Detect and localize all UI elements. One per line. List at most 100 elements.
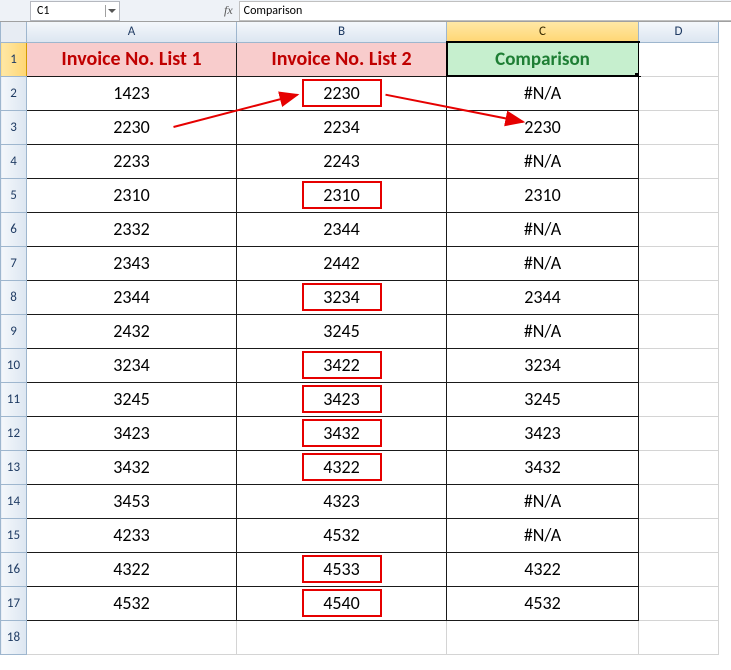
row-header-16[interactable]: 16: [1, 552, 27, 586]
cell-B1[interactable]: Invoice No. List 2: [237, 42, 447, 76]
row-header-1[interactable]: 1: [1, 42, 27, 76]
cell-D4[interactable]: [639, 144, 719, 178]
cell-C2[interactable]: #N/A: [447, 76, 639, 110]
cell-C1[interactable]: Comparison: [447, 42, 639, 76]
cell-B12[interactable]: 3432: [237, 416, 447, 450]
cell-C12[interactable]: 3423: [447, 416, 639, 450]
cell-B8[interactable]: 3234: [237, 280, 447, 314]
cell-B11[interactable]: 3423: [237, 382, 447, 416]
col-header-d[interactable]: D: [639, 22, 719, 42]
cell-D14[interactable]: [639, 484, 719, 518]
col-header-a[interactable]: A: [27, 22, 237, 42]
cell-B17[interactable]: 4540: [237, 586, 447, 620]
row-header-17[interactable]: 17: [1, 586, 27, 620]
cell-D6[interactable]: [639, 212, 719, 246]
cell-A9[interactable]: 2432: [27, 314, 237, 348]
row-header-12[interactable]: 12: [1, 416, 27, 450]
spreadsheet-grid[interactable]: A B C D 1 Invoice No. List 1 Invoice No.…: [0, 22, 719, 655]
cell-D5[interactable]: [639, 178, 719, 212]
cell-B9[interactable]: 3245: [237, 314, 447, 348]
cell-B18[interactable]: [237, 620, 447, 654]
cell-D12[interactable]: [639, 416, 719, 450]
cell-C7[interactable]: #N/A: [447, 246, 639, 280]
row-header-18[interactable]: 18: [1, 620, 27, 654]
row-header-9[interactable]: 9: [1, 314, 27, 348]
cell-D16[interactable]: [639, 552, 719, 586]
cell-B10[interactable]: 3422: [237, 348, 447, 382]
cell-C9[interactable]: #N/A: [447, 314, 639, 348]
row-header-10[interactable]: 10: [1, 348, 27, 382]
cell-C18[interactable]: [447, 620, 639, 654]
cell-D18[interactable]: [639, 620, 719, 654]
row-header-13[interactable]: 13: [1, 450, 27, 484]
row-header-8[interactable]: 8: [1, 280, 27, 314]
cell-A2[interactable]: 1423: [27, 76, 237, 110]
cell-A4[interactable]: 2233: [27, 144, 237, 178]
cell-B7[interactable]: 2442: [237, 246, 447, 280]
name-box-dropdown-icon[interactable]: [105, 5, 117, 17]
cell-D3[interactable]: [639, 110, 719, 144]
cell-A6[interactable]: 2332: [27, 212, 237, 246]
cell-C14[interactable]: #N/A: [447, 484, 639, 518]
cell-D7[interactable]: [639, 246, 719, 280]
fx-icon[interactable]: fx: [224, 3, 233, 18]
cell-D9[interactable]: [639, 314, 719, 348]
row-header-3[interactable]: 3: [1, 110, 27, 144]
cell-A3[interactable]: 2230: [27, 110, 237, 144]
cell-C17[interactable]: 4532: [447, 586, 639, 620]
row-header-4[interactable]: 4: [1, 144, 27, 178]
cell-A7[interactable]: 2343: [27, 246, 237, 280]
cell-B13[interactable]: 4322: [237, 450, 447, 484]
cell-B16[interactable]: 4533: [237, 552, 447, 586]
row-header-5[interactable]: 5: [1, 178, 27, 212]
cell-D2[interactable]: [639, 76, 719, 110]
cell-C4[interactable]: #N/A: [447, 144, 639, 178]
cell-A5[interactable]: 2310: [27, 178, 237, 212]
cell-A1[interactable]: Invoice No. List 1: [27, 42, 237, 76]
cell-A8[interactable]: 2344: [27, 280, 237, 314]
formula-input[interactable]: Comparison: [239, 1, 731, 21]
cell-C13[interactable]: 3432: [447, 450, 639, 484]
cell-C16[interactable]: 4322: [447, 552, 639, 586]
cell-A18[interactable]: [27, 620, 237, 654]
cell-B4[interactable]: 2243: [237, 144, 447, 178]
cell-B6[interactable]: 2344: [237, 212, 447, 246]
cell-A17[interactable]: 4532: [27, 586, 237, 620]
cell-D8[interactable]: [639, 280, 719, 314]
cell-D13[interactable]: [639, 450, 719, 484]
cell-D1[interactable]: [639, 42, 719, 76]
cell-A15[interactable]: 4233: [27, 518, 237, 552]
col-header-b[interactable]: B: [237, 22, 447, 42]
row-header-6[interactable]: 6: [1, 212, 27, 246]
row-header-15[interactable]: 15: [1, 518, 27, 552]
cell-D15[interactable]: [639, 518, 719, 552]
cell-B2[interactable]: 2230: [237, 76, 447, 110]
cell-C15[interactable]: #N/A: [447, 518, 639, 552]
cell-C8[interactable]: 2344: [447, 280, 639, 314]
cell-B3[interactable]: 2234: [237, 110, 447, 144]
cell-C10[interactable]: 3234: [447, 348, 639, 382]
cell-C11[interactable]: 3245: [447, 382, 639, 416]
cell-A14[interactable]: 3453: [27, 484, 237, 518]
cell-A10[interactable]: 3234: [27, 348, 237, 382]
cell-A16[interactable]: 4322: [27, 552, 237, 586]
row-header-14[interactable]: 14: [1, 484, 27, 518]
cell-C5[interactable]: 2310: [447, 178, 639, 212]
select-all-corner[interactable]: [1, 22, 27, 42]
name-box[interactable]: C1: [30, 1, 120, 21]
cell-C6[interactable]: #N/A: [447, 212, 639, 246]
cell-A12[interactable]: 3423: [27, 416, 237, 450]
cell-A11[interactable]: 3245: [27, 382, 237, 416]
cell-C3[interactable]: 2230: [447, 110, 639, 144]
col-header-c[interactable]: C: [447, 22, 639, 42]
cell-B15[interactable]: 4532: [237, 518, 447, 552]
cell-B5[interactable]: 2310: [237, 178, 447, 212]
cell-A13[interactable]: 3432: [27, 450, 237, 484]
cell-D11[interactable]: [639, 382, 719, 416]
cell-B14[interactable]: 4323: [237, 484, 447, 518]
cell-D10[interactable]: [639, 348, 719, 382]
row-header-11[interactable]: 11: [1, 382, 27, 416]
row-header-7[interactable]: 7: [1, 246, 27, 280]
row-header-2[interactable]: 2: [1, 76, 27, 110]
cell-D17[interactable]: [639, 586, 719, 620]
